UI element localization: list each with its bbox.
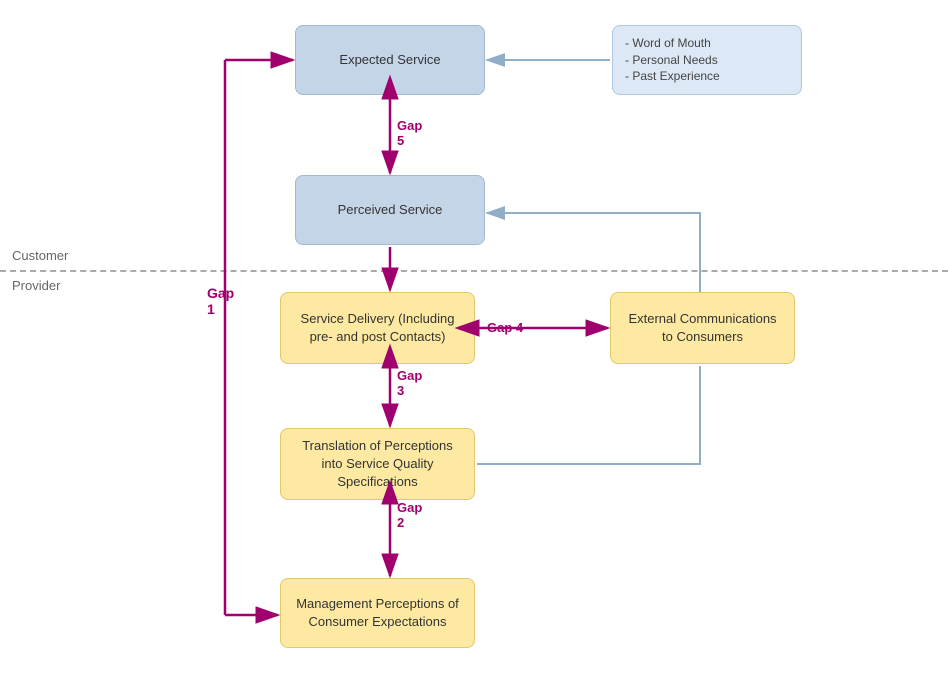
- gap5-label: Gap5: [397, 118, 422, 148]
- service-delivery-box: Service Delivery (Including pre- and pos…: [280, 292, 475, 364]
- customer-provider-divider: [0, 270, 948, 272]
- gap4-label: Gap 4: [487, 320, 523, 335]
- word-of-mouth-box: - Word of Mouth - Personal Needs - Past …: [612, 25, 802, 95]
- diagram-container: Customer Provider Expected Service - Wor…: [0, 0, 948, 677]
- gap2-label: Gap2: [397, 500, 422, 530]
- translation-perceptions-box: Translation of Perceptions into Service …: [280, 428, 475, 500]
- expected-service-box: Expected Service: [295, 25, 485, 95]
- external-communications-box: External Communications to Consumers: [610, 292, 795, 364]
- provider-label: Provider: [12, 278, 60, 293]
- gap1-label: Gap1: [207, 285, 234, 317]
- gap3-label: Gap3: [397, 368, 422, 398]
- management-perceptions-box: Management Perceptions of Consumer Expec…: [280, 578, 475, 648]
- customer-label: Customer: [12, 248, 68, 263]
- perceived-service-box: Perceived Service: [295, 175, 485, 245]
